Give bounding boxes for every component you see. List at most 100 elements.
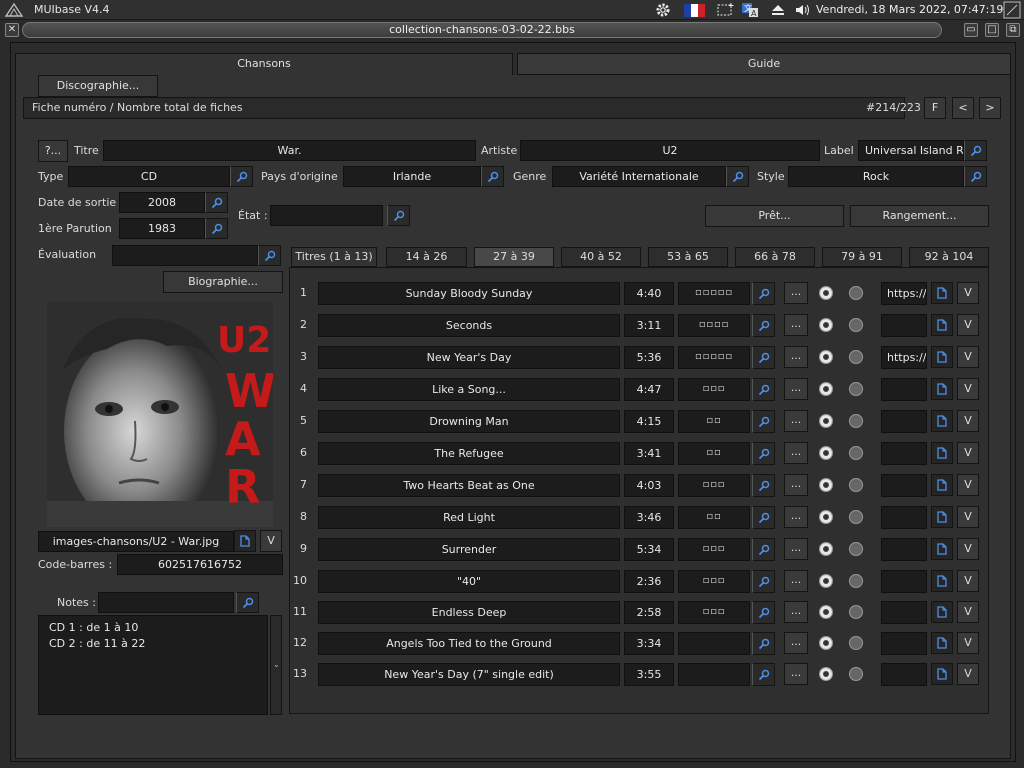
track-view-button[interactable]: V xyxy=(957,506,979,528)
track-more-button[interactable]: ... xyxy=(784,346,808,368)
track-rating-lookup-button[interactable] xyxy=(752,346,775,369)
track-url-field[interactable] xyxy=(881,663,927,686)
notes-scrollbar[interactable]: ⌄ xyxy=(270,615,282,715)
label-lookup-button[interactable] xyxy=(964,140,987,161)
track-url-field[interactable] xyxy=(881,570,927,593)
genre-lookup-button[interactable] xyxy=(726,166,749,187)
volume-icon[interactable] xyxy=(795,3,811,17)
eject-icon[interactable] xyxy=(770,3,786,17)
track-radio-b[interactable] xyxy=(849,667,863,681)
track-tab-8[interactable]: 92 à 104 xyxy=(909,247,989,267)
codebarres-field[interactable]: 602517616752 xyxy=(117,554,283,575)
track-title-field[interactable]: New Year's Day xyxy=(318,346,620,369)
track-rating-field[interactable]: ◽◽ xyxy=(678,410,750,433)
track-rating-lookup-button[interactable] xyxy=(752,570,775,593)
track-file-button[interactable] xyxy=(931,506,953,528)
track-duration-field[interactable]: 4:03 xyxy=(624,474,674,497)
track-rating-lookup-button[interactable] xyxy=(752,282,775,305)
track-radio-a[interactable] xyxy=(819,605,833,619)
track-radio-b[interactable] xyxy=(849,286,863,300)
track-view-button[interactable]: V xyxy=(957,378,979,400)
track-title-field[interactable]: Drowning Man xyxy=(318,410,620,433)
track-rating-field[interactable] xyxy=(678,663,750,686)
track-rating-lookup-button[interactable] xyxy=(752,601,775,624)
track-radio-b[interactable] xyxy=(849,318,863,332)
track-file-button[interactable] xyxy=(931,282,953,304)
app-logo-icon[interactable] xyxy=(4,2,24,18)
track-view-button[interactable]: V xyxy=(957,346,979,368)
help-button[interactable]: ?... xyxy=(38,140,68,162)
track-rating-field[interactable]: ◽◽◽ xyxy=(678,378,750,401)
pays-field[interactable]: Irlande xyxy=(343,166,481,187)
track-file-button[interactable] xyxy=(931,474,953,496)
screenshot-icon[interactable] xyxy=(717,3,735,17)
track-radio-a[interactable] xyxy=(819,382,833,396)
track-radio-a[interactable] xyxy=(819,318,833,332)
track-more-button[interactable]: ... xyxy=(784,378,808,400)
pret-button[interactable]: Prêt... xyxy=(705,205,844,227)
track-tab-6[interactable]: 66 à 78 xyxy=(735,247,815,267)
type-field[interactable]: CD xyxy=(68,166,230,187)
track-file-button[interactable] xyxy=(931,410,953,432)
track-radio-b[interactable] xyxy=(849,478,863,492)
track-rating-lookup-button[interactable] xyxy=(752,314,775,337)
date-sortie-field[interactable]: 2008 xyxy=(119,192,205,213)
track-more-button[interactable]: ... xyxy=(784,282,808,304)
track-view-button[interactable]: V xyxy=(957,663,979,685)
track-rating-field[interactable]: ◽◽◽ xyxy=(678,570,750,593)
track-radio-a[interactable] xyxy=(819,478,833,492)
track-rating-lookup-button[interactable] xyxy=(752,506,775,529)
track-url-field[interactable] xyxy=(881,442,927,465)
track-rating-field[interactable] xyxy=(678,632,750,655)
track-tab-1[interactable]: Titres (1 à 13) xyxy=(291,247,377,267)
track-duration-field[interactable]: 5:34 xyxy=(624,538,674,561)
track-view-button[interactable]: V xyxy=(957,282,979,304)
track-radio-b[interactable] xyxy=(849,510,863,524)
next-record-button[interactable]: > xyxy=(979,97,1001,119)
track-file-button[interactable] xyxy=(931,442,953,464)
track-view-button[interactable]: V xyxy=(957,538,979,560)
track-title-field[interactable]: Surrender xyxy=(318,538,620,561)
track-url-field[interactable] xyxy=(881,474,927,497)
track-title-field[interactable]: The Refugee xyxy=(318,442,620,465)
track-view-button[interactable]: V xyxy=(957,410,979,432)
track-rating-lookup-button[interactable] xyxy=(752,442,775,465)
track-more-button[interactable]: ... xyxy=(784,570,808,592)
track-more-button[interactable]: ... xyxy=(784,442,808,464)
track-duration-field[interactable]: 3:34 xyxy=(624,632,674,655)
track-rating-field[interactable]: ◽◽◽ xyxy=(678,538,750,561)
track-tab-5[interactable]: 53 à 65 xyxy=(648,247,728,267)
track-file-button[interactable] xyxy=(931,601,953,623)
track-duration-field[interactable]: 3:55 xyxy=(624,663,674,686)
style-field[interactable]: Rock xyxy=(788,166,964,187)
prev-record-button[interactable]: < xyxy=(952,97,974,119)
track-rating-field[interactable]: ◽◽ xyxy=(678,506,750,529)
etat-lookup-button[interactable] xyxy=(387,205,410,226)
pays-lookup-button[interactable] xyxy=(481,166,504,187)
track-more-button[interactable]: ... xyxy=(784,601,808,623)
track-url-field[interactable] xyxy=(881,378,927,401)
iconify-icon[interactable]: ▭ xyxy=(964,23,978,37)
track-more-button[interactable]: ... xyxy=(784,663,808,685)
track-title-field[interactable]: Angels Too Tied to the Ground xyxy=(318,632,620,655)
track-duration-field[interactable]: 2:58 xyxy=(624,601,674,624)
track-url-field[interactable] xyxy=(881,410,927,433)
track-title-field[interactable]: Sunday Bloody Sunday xyxy=(318,282,620,305)
track-radio-b[interactable] xyxy=(849,414,863,428)
track-title-field[interactable]: "40" xyxy=(318,570,620,593)
track-radio-a[interactable] xyxy=(819,636,833,650)
titre-field[interactable]: War. xyxy=(103,140,476,161)
track-file-button[interactable] xyxy=(931,538,953,560)
parution-lookup-button[interactable] xyxy=(205,218,228,239)
track-view-button[interactable]: V xyxy=(957,632,979,654)
track-url-field[interactable] xyxy=(881,506,927,529)
image-file-button[interactable] xyxy=(234,530,256,552)
tab-guide[interactable]: Guide xyxy=(517,53,1011,75)
track-title-field[interactable]: Endless Deep xyxy=(318,601,620,624)
track-radio-b[interactable] xyxy=(849,636,863,650)
track-duration-field[interactable]: 5:36 xyxy=(624,346,674,369)
track-radio-a[interactable] xyxy=(819,350,833,364)
track-more-button[interactable]: ... xyxy=(784,410,808,432)
image-path-field[interactable]: images-chansons/U2 - War.jpg xyxy=(38,531,234,552)
tab-chansons[interactable]: Chansons xyxy=(15,53,513,75)
